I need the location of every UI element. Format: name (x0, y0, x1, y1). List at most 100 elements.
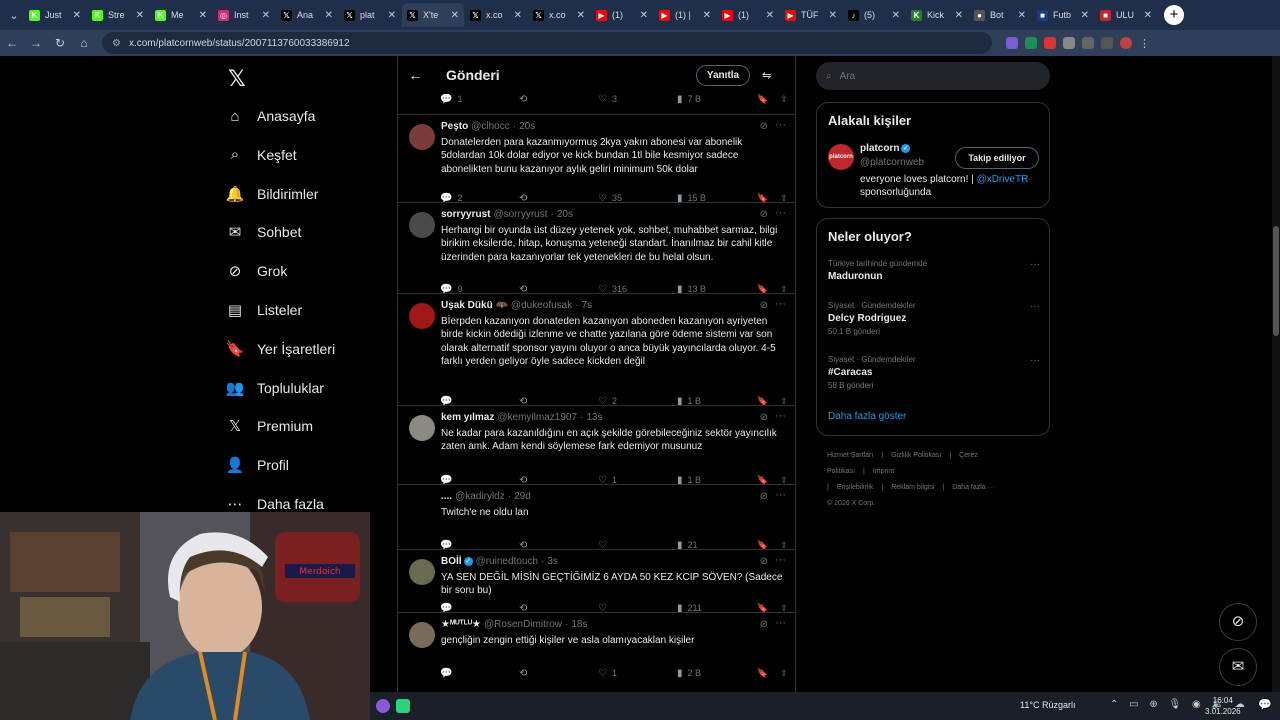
nav-item-anasayfa[interactable]: ⌂ Anasayfa (222, 101, 315, 131)
avatar[interactable] (409, 559, 435, 585)
nav-item-sohbet[interactable]: ✉ Sohbet (222, 217, 302, 247)
app-icon[interactable] (376, 699, 390, 713)
tab-list-dropdown-icon[interactable]: ⌄ (4, 5, 24, 25)
tab-close-icon[interactable]: ✕ (325, 10, 333, 21)
nav-item-ke-fet[interactable]: ⌕ Keşfet (222, 140, 297, 170)
extension-icon[interactable] (1063, 37, 1075, 49)
nav-item-bildirimler[interactable]: 🔔 Bildirimler (222, 179, 319, 209)
grok-explain-icon[interactable]: ⊘ (760, 619, 768, 630)
author-handle[interactable]: @kemyilmaz1907 (497, 412, 577, 423)
post-time[interactable]: 29d (514, 491, 531, 502)
reply-post[interactable]: BOİİ ✓ @ruinedtouch · 3s ⊘ ··· YA SEN DEĞİL MİS… (398, 549, 795, 614)
post-time[interactable]: 3s (547, 556, 558, 567)
repost-action[interactable]: ⟲ (519, 94, 598, 105)
views-action[interactable]: ▮ 2 B (677, 668, 757, 679)
footer-link[interactable]: Daha fazla ··· (952, 484, 994, 491)
footer-link[interactable]: Imprint (873, 468, 894, 475)
avatar[interactable] (409, 212, 435, 238)
browser-tab[interactable]: ▶ TÜF ✕ (780, 3, 842, 27)
avatar[interactable]: platcorn (828, 144, 854, 170)
scrollbar-thumb[interactable] (1273, 226, 1279, 336)
profile-avatar[interactable] (1120, 37, 1132, 49)
notification-icon[interactable]: 💬 (1258, 698, 1272, 711)
avatar[interactable] (409, 124, 435, 150)
menu-icon[interactable]: ⋮ (1139, 37, 1151, 50)
post-time[interactable]: 18s (571, 619, 587, 630)
tab-close-icon[interactable]: ✕ (955, 10, 963, 21)
more-options-icon[interactable]: ··· (775, 410, 786, 422)
browser-tab[interactable]: ▶ (1) | ✕ (654, 3, 716, 27)
author-handle[interactable]: @kadiryldz (455, 491, 505, 502)
home-icon[interactable]: ⌂ (72, 36, 96, 50)
author-handle[interactable]: @clhocc (471, 121, 510, 132)
show-more-link[interactable]: Daha fazla göster (828, 411, 906, 422)
more-options-icon[interactable]: ··· (775, 617, 786, 629)
more-options-icon[interactable]: ··· (775, 119, 786, 131)
author-handle[interactable]: @sorryyrust (493, 209, 547, 220)
browser-tab[interactable]: K Stre ✕ (87, 3, 149, 27)
footer-link[interactable]: © 2026 X Corp. (827, 500, 875, 507)
back-arrow-icon[interactable]: ← (398, 67, 433, 83)
browser-tab[interactable]: 𝕏x.co ✕ (528, 3, 590, 27)
tab-close-icon[interactable]: ✕ (892, 10, 900, 21)
repost-action[interactable]: ⟲ (519, 668, 598, 679)
share-icon[interactable]: ⇪ (780, 94, 788, 105)
browser-tab[interactable]: K Me ✕ (150, 3, 212, 27)
more-options-icon[interactable]: ··· (1030, 259, 1040, 270)
browser-tab[interactable]: ▶ (1) ✕ (717, 3, 779, 27)
author-name[interactable]: Peşto (441, 121, 468, 132)
tab-close-icon[interactable]: ✕ (262, 10, 270, 21)
footer-link[interactable]: Erişilebilirlik (837, 484, 874, 491)
tab-close-icon[interactable]: ✕ (388, 10, 396, 21)
browser-tab[interactable]: ● Bot ✕ (969, 3, 1031, 27)
post-time[interactable]: 20s (557, 209, 573, 220)
browser-tab[interactable]: ♪ (5) ✕ (843, 3, 905, 27)
tab-close-icon[interactable]: ✕ (199, 10, 207, 21)
reply-post[interactable]: Peşto @clhocc · 20s ⊘ ··· Donatelerden para ka… (398, 114, 795, 204)
reply-action[interactable]: 💬 (440, 668, 519, 679)
browser-tab[interactable]: ■ Futb ✕ (1032, 3, 1094, 27)
browser-tab[interactable]: 𝕏x.co ✕ (465, 3, 527, 27)
search-input[interactable]: ⌕ Ara (816, 62, 1050, 90)
trend-item[interactable]: Siyaset · Gündemdekiler #Caracas 58 B gönd… (828, 355, 1040, 390)
grok-explain-icon[interactable]: ⊘ (760, 556, 768, 567)
browser-tab[interactable]: K Kick ✕ (906, 3, 968, 27)
browser-tab[interactable]: ■ ULU ✕ (1095, 3, 1157, 27)
tab-close-icon[interactable]: ✕ (1018, 10, 1026, 21)
bio-link[interactable]: @xDriveTR (977, 174, 1029, 185)
grok-fab-icon[interactable]: ⊘ (1219, 603, 1257, 641)
messages-fab-icon[interactable]: ✉ (1219, 648, 1257, 686)
tab-close-icon[interactable]: ✕ (1081, 10, 1089, 21)
browser-tab[interactable]: ▶ (1) ✕ (591, 3, 653, 27)
nav-item-topluluklar[interactable]: 👥 Topluluklar (222, 373, 324, 403)
author-handle[interactable]: @ruinedtouch (476, 556, 538, 567)
browser-tab[interactable]: 𝕏plat ✕ (339, 3, 401, 27)
nav-item-profil[interactable]: 👤 Profil (222, 450, 289, 480)
more-options-icon[interactable]: ··· (775, 554, 786, 566)
more-options-icon[interactable]: ··· (1030, 355, 1040, 366)
adblock-icon[interactable] (1044, 37, 1056, 49)
footer-link[interactable]: Gizlilik Politikası (891, 452, 941, 459)
tab-close-icon[interactable]: ✕ (703, 10, 711, 21)
share-icon[interactable]: ⇪ (780, 668, 788, 679)
tab-close-icon[interactable]: ✕ (451, 10, 459, 21)
grok-explain-icon[interactable]: ⊘ (760, 491, 768, 502)
author-name[interactable]: BOİİ (441, 556, 462, 567)
bookmark-icon[interactable]: 🔖 (757, 94, 768, 105)
weather-widget[interactable]: 11°C Rüzgarlı (1020, 700, 1075, 710)
browser-tab[interactable]: 𝕏 X'te ✕ (402, 3, 464, 27)
author-handle[interactable]: @RosenDimitrow (484, 619, 562, 630)
post-time[interactable]: 7s (582, 300, 593, 311)
new-tab-button[interactable]: + (1164, 5, 1184, 25)
nav-item-listeler[interactable]: ▤ Listeler (222, 295, 302, 325)
author-name[interactable]: .... (441, 491, 452, 502)
tab-close-icon[interactable]: ✕ (640, 10, 648, 21)
browser-tab[interactable]: K Just ✕ (24, 3, 86, 27)
grok-explain-icon[interactable]: ⊘ (760, 209, 768, 220)
tab-close-icon[interactable]: ✕ (73, 10, 81, 21)
extension-icon[interactable] (1025, 37, 1037, 49)
nav-item-premium[interactable]: 𝕏 Premium (222, 411, 313, 441)
more-options-icon[interactable]: ··· (775, 298, 786, 310)
footer-link[interactable]: Hizmet Şartları (827, 452, 873, 459)
reply-post[interactable]: sorryyrust @sorryyrust · 20s ⊘ ··· Herhangi bi… (398, 202, 795, 295)
